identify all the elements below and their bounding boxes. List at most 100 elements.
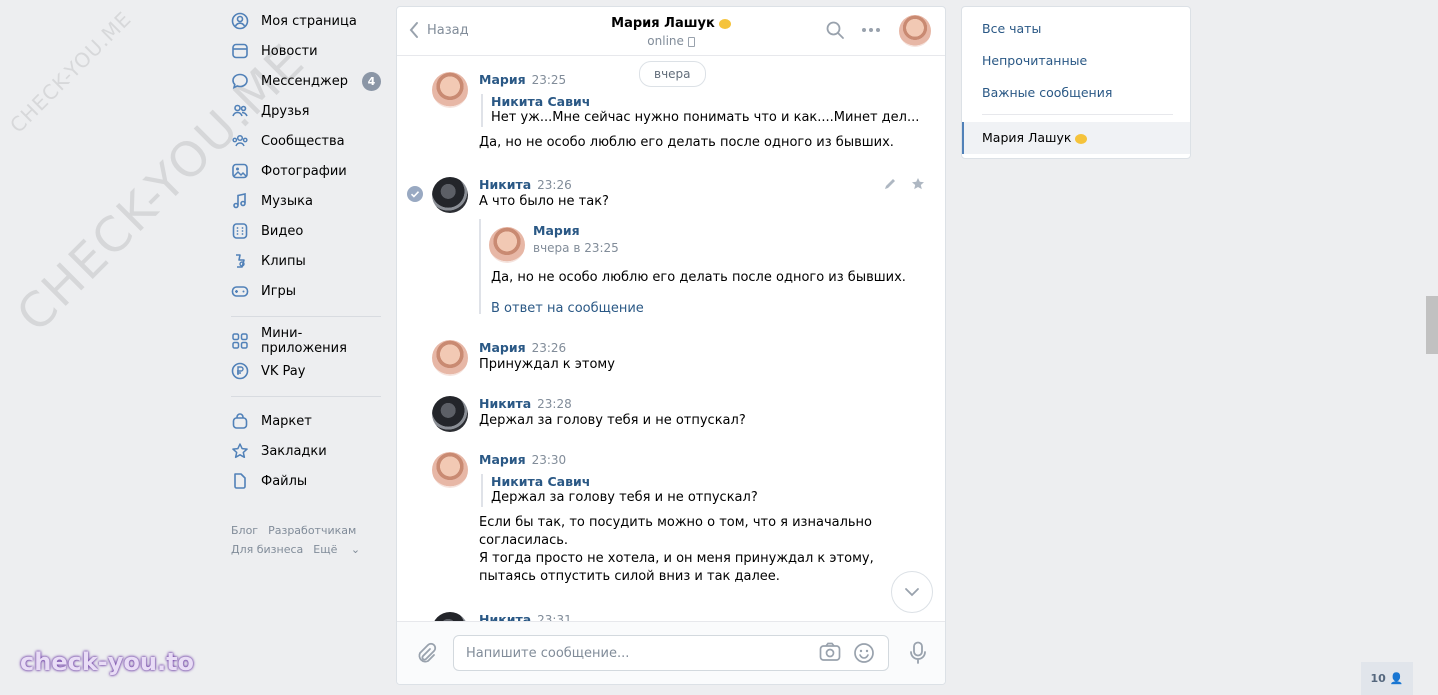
- nav-label: Друзья: [261, 103, 310, 119]
- avatar[interactable]: [432, 72, 468, 108]
- footer-more-link[interactable]: Ещё ⌄: [313, 543, 370, 556]
- reply-author[interactable]: Мария: [533, 223, 619, 238]
- nav-files[interactable]: Файлы: [231, 466, 381, 496]
- filter-all-chats[interactable]: Все чаты: [982, 21, 1041, 36]
- avatar[interactable]: [432, 177, 468, 213]
- scroll-down-button[interactable]: [891, 571, 933, 613]
- nav-divider: [231, 396, 381, 397]
- active-chat-label: Мария Лашук: [982, 130, 1072, 145]
- nav-messenger[interactable]: Мессенджер 4: [231, 66, 381, 96]
- watermark-small: CHECK-YOU.ME: [5, 6, 137, 138]
- reply-link[interactable]: В ответ на сообщение: [491, 301, 644, 316]
- nav-friends[interactable]: Друзья: [231, 96, 381, 126]
- forwarded-author[interactable]: Никита Савич: [491, 474, 925, 489]
- nav-footer: Блог Разработчикам Для бизнеса Ещё ⌄: [231, 521, 381, 559]
- chat-filters-panel: Все чаты Непрочитанные Важные сообщения …: [961, 6, 1191, 159]
- filter-important[interactable]: Важные сообщения: [982, 85, 1112, 100]
- watermark-bottom: check-you.to: [20, 648, 195, 676]
- message-text-line: согласилась.: [479, 533, 569, 548]
- nav-market[interactable]: Маркет: [231, 406, 381, 436]
- nav-my-page[interactable]: Моя страница: [231, 6, 381, 36]
- status-text: online: [647, 34, 684, 48]
- star-icon[interactable]: [911, 177, 925, 191]
- nav-music[interactable]: Музыка: [231, 186, 381, 216]
- forwarded-text: Нет уж...Мне сейчас нужно понимать что и…: [491, 110, 920, 125]
- edit-icon[interactable]: [883, 177, 897, 191]
- nav-communities[interactable]: Сообщества: [231, 126, 381, 156]
- chat-header: Назад Мария Лашук online: [397, 7, 945, 56]
- file-icon: [231, 472, 249, 490]
- nav-label: Игры: [261, 283, 297, 299]
- message-time[interactable]: 23:28: [537, 397, 572, 411]
- nav-label: Сообщества: [261, 133, 345, 149]
- nav-divider: [231, 316, 381, 317]
- nav-clips[interactable]: Клипы: [231, 246, 381, 276]
- forwarded-message[interactable]: Никита Савич Нет уж...Мне сейчас нужно п…: [481, 94, 925, 127]
- music-icon: [231, 192, 249, 210]
- more-icon[interactable]: [861, 26, 881, 34]
- nav-vk-pay[interactable]: VK Pay: [231, 356, 381, 386]
- avatar[interactable]: [432, 340, 468, 376]
- message-text: Держал за голову тебя и не отпускал?: [479, 413, 746, 428]
- message-author[interactable]: Мария: [479, 340, 526, 355]
- friends-icon: [231, 102, 249, 120]
- footer-business-link[interactable]: Для бизнеса: [231, 543, 303, 556]
- user-circle-icon: [231, 12, 249, 30]
- mobile-icon: [687, 36, 695, 47]
- message-time[interactable]: 23:26: [532, 341, 567, 355]
- message-icon: [231, 72, 249, 90]
- nav-bookmarks[interactable]: Закладки: [231, 436, 381, 466]
- message-time[interactable]: 23:26: [537, 178, 572, 192]
- nav-label: Маркет: [261, 413, 312, 429]
- filter-unread[interactable]: Непрочитанные: [982, 53, 1087, 68]
- nav-label: Мини-приложения: [261, 326, 347, 356]
- message-actions: [883, 177, 925, 191]
- page-scrollbar[interactable]: [1426, 296, 1438, 354]
- nav-games[interactable]: Игры: [231, 276, 381, 306]
- person-icon: 👤: [1389, 672, 1404, 685]
- message-text-line: Если бы так, то посудить можно о том, чт…: [479, 515, 873, 530]
- viewers-counter[interactable]: 10 👤: [1361, 662, 1413, 695]
- chat-title-text: Мария Лашук: [611, 16, 715, 31]
- message-time[interactable]: 23:30: [532, 453, 567, 467]
- chevron-down-icon: ⌄: [350, 543, 361, 556]
- checkmark-icon[interactable]: [407, 186, 423, 202]
- message-time[interactable]: 23:25: [532, 73, 567, 87]
- avatar[interactable]: [432, 396, 468, 432]
- message-author[interactable]: Никита: [479, 396, 531, 411]
- forwarded-message[interactable]: Никита Савич Держал за голову тебя и не …: [481, 474, 925, 507]
- footer-dev-link[interactable]: Разработчикам: [268, 524, 356, 537]
- avatar[interactable]: [489, 227, 525, 263]
- nav-photos[interactable]: Фотографии: [231, 156, 381, 186]
- apps-icon: [231, 332, 249, 350]
- reply-quote[interactable]: Мария вчера в 23:25 Да, но не особо любл…: [479, 219, 925, 316]
- vkpay-icon: [231, 362, 249, 380]
- footer-blog-link[interactable]: Блог: [231, 524, 258, 537]
- nav-label: Закладки: [261, 443, 327, 459]
- camera-icon[interactable]: [819, 642, 841, 662]
- chat-avatar[interactable]: [899, 15, 931, 47]
- emoji-icon[interactable]: [853, 642, 875, 664]
- search-icon[interactable]: [825, 20, 845, 40]
- attach-icon[interactable]: [415, 642, 437, 664]
- microphone-icon[interactable]: [909, 641, 927, 665]
- forwarded-author[interactable]: Никита Савич: [491, 94, 925, 109]
- reply-time[interactable]: вчера в 23:25: [533, 241, 619, 255]
- nav-label: Новости: [261, 43, 318, 59]
- message-author[interactable]: Никита: [479, 177, 531, 192]
- footer-more-label: Ещё: [313, 543, 338, 556]
- message-author[interactable]: Мария: [479, 452, 526, 467]
- nav-news[interactable]: Новости: [231, 36, 381, 66]
- forwarded-text: Держал за голову тебя и не отпускал?: [491, 490, 758, 505]
- avatar[interactable]: [432, 452, 468, 488]
- nav-label: VK Pay: [261, 363, 306, 379]
- communities-icon: [231, 132, 249, 150]
- gamepad-icon: [231, 282, 249, 300]
- nav-video[interactable]: Видео: [231, 216, 381, 246]
- message-author[interactable]: Мария: [479, 72, 526, 87]
- star-icon: [231, 442, 249, 460]
- nav-mini-apps[interactable]: Мини-приложения: [231, 326, 381, 356]
- clips-icon: [231, 252, 249, 270]
- message-text: Принуждал к этому: [479, 357, 615, 372]
- active-chat-item[interactable]: Мария Лашук: [962, 122, 1190, 154]
